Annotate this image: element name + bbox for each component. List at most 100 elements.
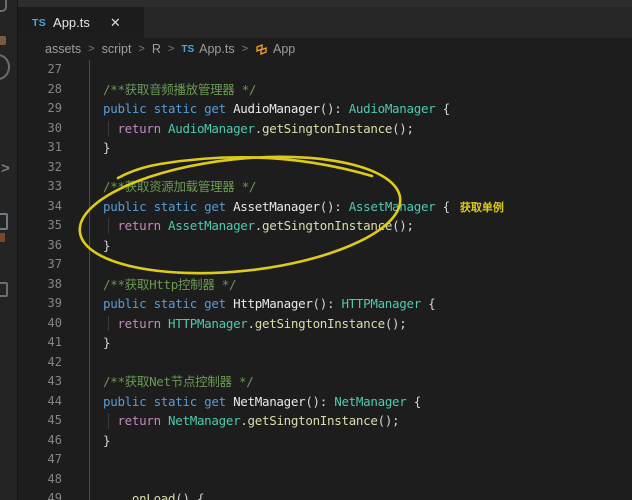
code-token: (): [312,296,342,311]
close-tab-icon[interactable]: ✕ [110,16,121,29]
code-text: public static get AudioManager(): AudioM… [62,99,450,119]
code-text: /**获取音频播放管理器 */ [62,80,256,100]
code-token: AudioManager [168,120,255,136]
code-text: /**获取资源加载管理器 */ [62,177,256,197]
line-number: 47 [47,452,62,466]
code-token: public static get [103,296,234,311]
partial-avatar-icon [0,36,6,45]
indent-guide [108,218,109,234]
line-number: 38 [47,276,62,291]
code-token: NetManager [168,413,241,428]
tab-app-ts[interactable]: TS App.ts ✕ [18,7,144,38]
code-token: (): [319,198,349,214]
breadcrumb-symbol-app[interactable]: App [273,42,295,56]
line-number: 49 [47,491,62,500]
code-token: NetManager [334,393,407,409]
code-token: (); [392,120,414,136]
line-number: 36 [47,237,62,252]
code-line: 46} [18,431,632,451]
code-text: } [62,236,111,256]
code-line: 28 /**获取音频播放管理器 */ [18,80,632,100]
indent-guide [108,120,109,136]
code-token: public static get [103,393,234,409]
line-number: 35 [47,218,62,232]
class-symbol-icon [255,43,268,58]
breadcrumb-item-r[interactable]: R [152,42,161,56]
code-token: AssetManager [233,198,320,214]
line-number: 32 [47,159,62,174]
code-token: public static get [103,198,234,214]
code-token: } [103,237,111,253]
code-line: 45 return NetManager.getSingtonInstance(… [18,411,632,431]
code-text: } [62,431,111,451]
code-token: (): [319,101,349,116]
code-editor[interactable]: 27 28/**获取音频播放管理器 */29 public static get A… [18,60,632,500]
code-token: /**获取Http控制器 */ [103,276,237,292]
code-token: return [117,315,169,331]
code-line: 35 return AssetManager.getSingtonInstanc… [18,216,632,236]
code-token: getSingtonInstance [262,120,393,136]
typescript-file-icon: TS [32,16,47,29]
code-token: } [103,432,111,448]
breadcrumb-separator-icon: > [88,43,95,55]
code-line: 29 public static get AudioManager(): Audi… [18,99,632,119]
breadcrumb-item-assets[interactable]: assets [45,42,81,56]
line-number: 29 [47,101,62,115]
partial-square-icon [0,213,8,230]
code-area: 27 28/**获取音频播放管理器 */29 public static get A… [18,60,632,500]
code-token: /**获取音频播放管理器 */ [103,81,257,97]
code-line: 36} [18,236,632,256]
code-token: { [406,393,422,409]
code-token: (): [305,393,335,409]
code-token: HTTPManager [168,315,248,331]
code-token: { [435,198,451,214]
breadcrumb-item-file[interactable]: App.ts [199,42,234,56]
line-number: 43 [47,374,62,388]
breadcrumb-separator-icon: > [138,43,145,55]
breadcrumb-item-script[interactable]: script [102,42,132,56]
partial-frame-icon [0,0,7,12]
code-line: 43 /**获取Net节点控制器 */ [18,372,632,392]
code-token: (); [392,218,414,233]
code-line: 30 return AudioManager.getSingtonInstanc… [18,119,632,139]
code-text: return AssetManager.getSingtonInstance()… [62,216,414,236]
line-number: 41 [47,335,62,349]
line-number: 27 [47,62,62,76]
code-token: (); [377,413,400,428]
code-text: } [62,138,111,158]
line-number: 48 [47,471,62,486]
code-token: getSingtonInstance [254,315,385,331]
code-token: return [117,120,169,136]
code-token: AudioManager [348,101,436,116]
line-number: 46 [47,432,62,447]
code-token: . [247,315,256,331]
code-text: return HTTPManager.getSingtonInstance(); [62,314,406,334]
line-number: 37 [47,257,62,271]
code-token: getSingtonInstance [247,413,378,428]
code-line: 41} [18,333,632,353]
code-text: return NetManager.getSingtonInstance(); [62,411,399,431]
breadcrumb-separator-icon: > [241,43,249,55]
line-number: 34 [47,198,62,213]
code-line: 33 /**获取资源加载管理器 */ [18,177,632,197]
code-token: } [103,335,111,350]
code-token: . [254,120,263,136]
code-token: /**获取资源加载管理器 */ [103,179,257,194]
code-token: public static get [103,101,234,116]
code-line: 37 [18,255,632,275]
code-line: 31} [18,138,632,158]
partial-square-icon [0,282,8,297]
code-token: AssetManager [348,198,436,214]
code-text: public static get HttpManager(): HTTPMan… [62,294,436,314]
line-number: 33 [47,179,62,193]
code-text: onLoad() { [62,489,205,500]
indent-guide [108,315,109,331]
